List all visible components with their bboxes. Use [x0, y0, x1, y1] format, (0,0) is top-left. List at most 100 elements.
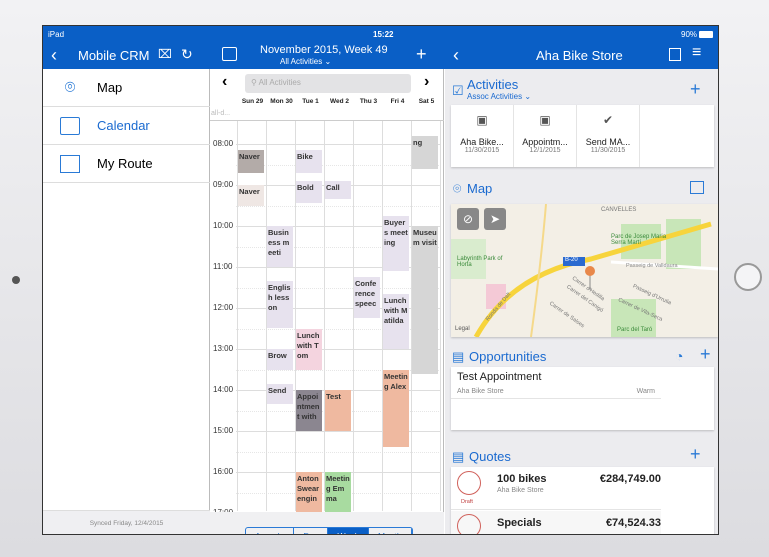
day-header[interactable]: Wed 2 [325, 98, 354, 105]
day-column-line [237, 121, 238, 511]
activity-date: 11/30/2015 [464, 147, 500, 154]
calendar-event[interactable]: Bike [296, 150, 322, 173]
battery-level: 90% [681, 30, 698, 39]
opportunity-row[interactable]: Test Appointment Aha Bike Store Warm [451, 367, 661, 399]
device-name: iPad [48, 30, 65, 39]
calendar-search-input[interactable]: ⚲ All Activities [245, 74, 411, 93]
detail-header: ‹ Aha Bike Store ≡ [444, 43, 718, 69]
chart-icon[interactable]: ◔ [675, 348, 683, 364]
view-tab-day[interactable]: Day [294, 528, 329, 534]
map-label: Passeig de Valldaura [626, 263, 678, 269]
day-header[interactable]: Sat 5 [412, 98, 441, 105]
quote-status: Draft [461, 499, 473, 505]
calendar-event[interactable]: Meeting Emma [325, 472, 351, 512]
day-header[interactable]: Thu 3 [354, 98, 383, 105]
sync-icon[interactable]: ↻ [181, 46, 193, 63]
satellite-toggle-icon[interactable]: ⊘ [457, 208, 479, 230]
map-pin-icon: ⌾ [453, 180, 462, 196]
hour-label: 16:00 [213, 467, 234, 476]
activities-title: Activities [467, 77, 519, 92]
calendar-event[interactable]: Test [325, 390, 351, 431]
save-icon[interactable] [669, 48, 681, 61]
activity-filter[interactable]: All Activities ⌄ [280, 57, 331, 66]
add-quote-icon[interactable]: + [690, 444, 701, 465]
activity-tile[interactable]: ▣ Appointm... 12/1/2015 [514, 105, 577, 167]
calendar-event[interactable]: Naver [238, 150, 264, 173]
quote-amount: €74,524.33 [605, 517, 661, 529]
day-column-line [324, 121, 325, 511]
offline-icon[interactable]: ⌧ [158, 47, 172, 61]
calendar-event[interactable]: ng [412, 135, 438, 169]
map-legal-link[interactable]: Legal [455, 326, 470, 332]
map-view[interactable]: ⊘ ➤ CANVELLES Parc de Josep Maria Serra … [451, 204, 718, 337]
hour-label: 10:00 [213, 221, 234, 230]
day-header[interactable]: Sun 29 [238, 98, 267, 105]
activity-tile[interactable]: ▣ Aha Bike... 11/30/2015 [451, 105, 514, 167]
prev-week-icon[interactable]: ‹ [222, 73, 227, 91]
calendar-event[interactable]: Bold [296, 180, 322, 204]
day-header[interactable]: Fri 4 [383, 98, 412, 105]
activity-title: Aha Bike... [460, 137, 504, 147]
add-opportunity-icon[interactable]: + [700, 344, 711, 365]
calendar-event[interactable]: Lunch with Tom [296, 328, 322, 370]
calendar-event[interactable]: Appointment with [296, 390, 322, 431]
quote-row[interactable]: Specials €74,524.33 [451, 511, 661, 534]
quote-row[interactable]: Draft 100 bikes Aha Bike Store €284,749.… [451, 467, 661, 510]
back-icon[interactable]: ‹ [51, 45, 57, 66]
calendar-event[interactable]: Lunch with Matilda [383, 293, 409, 349]
calendar-event[interactable]: Meeting Alex [383, 369, 409, 448]
calendar-header: November 2015, Week 49 All Activities ⌄ … [210, 43, 444, 69]
calendar-event[interactable]: English lesson [267, 281, 293, 329]
activity-tile[interactable]: ✔ Send MA... 11/30/2015 [577, 105, 640, 167]
locate-icon[interactable]: ➤ [484, 208, 506, 230]
home-button[interactable] [734, 263, 762, 291]
route-icon[interactable] [690, 181, 704, 194]
activity-date: 11/30/2015 [590, 147, 626, 154]
sidebar-item-calendar[interactable]: Calendar [43, 107, 210, 145]
calendar-event[interactable]: Buyers meeting [383, 215, 409, 272]
calendar-event[interactable]: Send [267, 383, 293, 405]
calendar-event[interactable]: Anton Swearengin [296, 472, 322, 512]
view-tab-agenda[interactable]: Agenda [246, 528, 295, 534]
hour-label: 11:00 [213, 262, 233, 271]
app-title: Mobile CRM [78, 48, 150, 63]
calendar-event[interactable]: Naver [238, 185, 264, 206]
sidebar-item-my-route[interactable]: My Route [43, 145, 210, 183]
day-column-line [295, 121, 296, 511]
calendar-icon: ▣ [539, 113, 551, 127]
calendar-event[interactable]: Brow [267, 349, 293, 370]
day-header[interactable]: Tue 1 [296, 98, 325, 105]
calendar-event[interactable]: Call [325, 180, 351, 200]
calendar-event[interactable]: Business meeti [267, 226, 293, 267]
detail-title: Aha Bike Store [536, 48, 623, 63]
map-title: Map [467, 181, 493, 196]
divider [210, 120, 444, 121]
back-icon[interactable]: ‹ [453, 45, 459, 66]
sidebar-item-map[interactable]: ⌾ Map [43, 69, 210, 107]
activities-filter[interactable]: Assoc Activities ⌄ [467, 92, 531, 101]
battery-icon [699, 31, 713, 38]
activities-list: ▣ Aha Bike... 11/30/2015 ▣ Appointm... 12/1/2… [451, 105, 714, 167]
add-activity-icon[interactable]: + [690, 79, 701, 100]
day-column-line [440, 121, 441, 511]
menu-icon[interactable]: ≡ [692, 44, 701, 62]
view-tab-month[interactable]: Month [369, 528, 412, 534]
view-tab-week[interactable]: Week [328, 528, 370, 534]
calendar-icon [43, 116, 97, 135]
day-header[interactable]: Mon 30 [267, 98, 296, 105]
view-switcher: AgendaDayWeekMonth [245, 527, 413, 534]
calendar-event[interactable]: Museum visit [412, 226, 438, 374]
hour-label: 12:00 [213, 303, 234, 312]
calendar-title: November 2015, Week 49 [260, 44, 388, 56]
calendar-icon: ▣ [476, 113, 488, 127]
opportunities-title: Opportunities [469, 349, 547, 364]
calendar-icon[interactable] [222, 47, 237, 61]
add-icon[interactable]: + [416, 44, 427, 65]
sidebar: ⌾ Map Calendar My Route Synced Friday, 12… [43, 43, 210, 534]
sidebar-item-label: Calendar [97, 118, 150, 133]
calendar-event[interactable]: Conference speec [354, 277, 380, 319]
search-placeholder: All Activities [258, 78, 301, 87]
opportunity-account: Aha Bike Store [457, 388, 504, 395]
quote-draft-icon [457, 471, 481, 495]
next-week-icon[interactable]: › [424, 73, 429, 91]
